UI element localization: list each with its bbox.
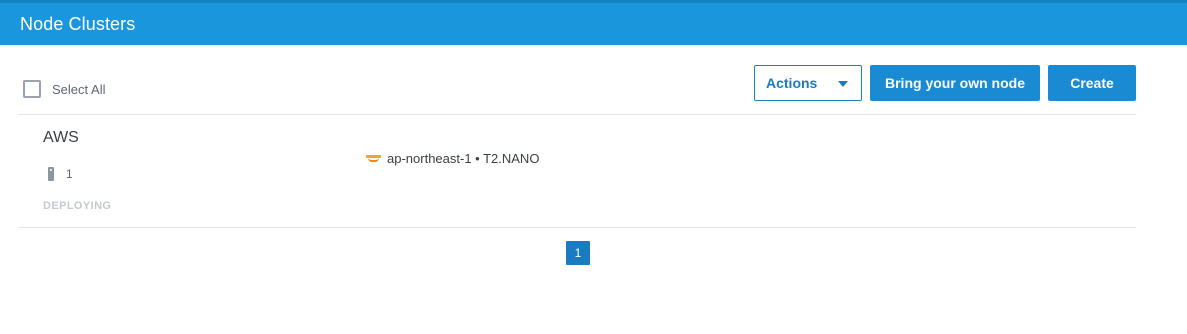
page-header: Node Clusters — [0, 0, 1187, 45]
cluster-provider-info: ap-northeast-1 • T2.NANO — [365, 150, 539, 166]
toolbar-divider — [19, 114, 1136, 115]
pagination-page-1[interactable]: 1 — [566, 241, 590, 265]
select-all-label: Select All — [52, 81, 106, 97]
server-icon — [48, 167, 54, 181]
node-clusters-page: Node Clusters Select All Actions Bring y… — [0, 0, 1187, 334]
bring-your-own-node-button[interactable]: Bring your own node — [870, 65, 1040, 101]
region-and-type: ap-northeast-1 • T2.NANO — [387, 150, 540, 166]
select-all-checkbox[interactable] — [23, 80, 41, 98]
node-count-value: 1 — [66, 167, 73, 181]
cluster-status: DEPLOYING — [43, 200, 112, 212]
aws-icon — [365, 153, 382, 163]
create-button[interactable]: Create — [1048, 65, 1136, 101]
cluster-name[interactable]: AWS — [43, 129, 79, 147]
actions-dropdown-button[interactable]: Actions — [754, 65, 862, 101]
row-divider — [19, 227, 1136, 228]
page-title: Node Clusters — [20, 14, 136, 34]
node-count: 1 — [48, 166, 73, 182]
select-all-control[interactable]: Select All — [23, 80, 105, 98]
chevron-down-icon — [838, 81, 848, 87]
actions-button-label: Actions — [766, 75, 818, 91]
